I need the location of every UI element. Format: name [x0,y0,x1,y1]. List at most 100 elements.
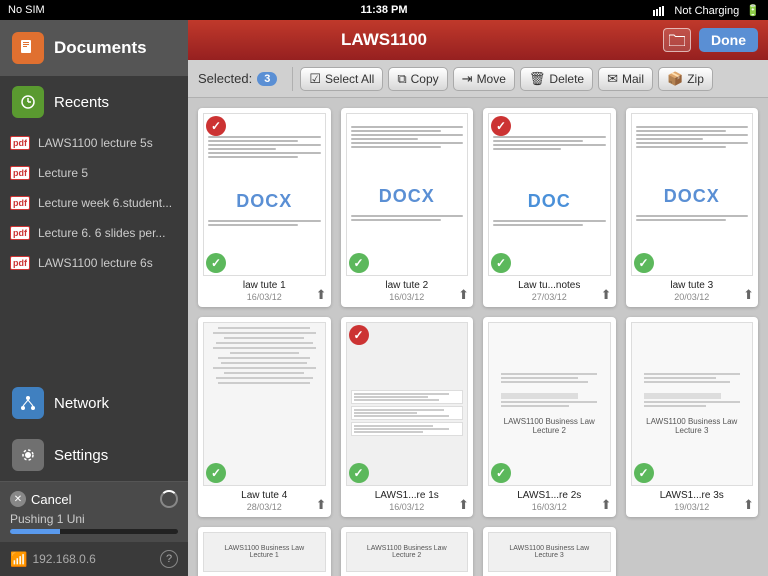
selected-check-1: ✓ [349,253,369,273]
sidebar-file-3[interactable]: pdf Lecture 6. 6 slides per... [0,218,188,248]
sidebar-file-4[interactable]: pdf LAWS1100 lecture 6s [0,248,188,278]
delete-button[interactable]: 🗑 Delete [520,67,593,91]
red-check-5: ✓ [349,325,369,345]
file-card-2[interactable]: ✓ DOC [483,108,616,307]
status-left: No SIM [8,4,45,16]
copy-label: Copy [411,72,439,86]
selected-check-5: ✓ [349,463,369,483]
select-all-icon: ☑ [309,71,321,87]
share-icon-0[interactable]: ⬆ [316,287,327,303]
share-icon-5[interactable]: ⬆ [458,497,469,513]
file-name-grid-5: LAWS1...re 1s [375,490,439,502]
file-card-7[interactable]: LAWS1100 Business LawLecture 3 ✓ LAWS1..… [626,317,759,516]
share-icon-6[interactable]: ⬆ [601,497,612,513]
sidebar-item-recents[interactable]: Recents [0,76,188,128]
folder-button[interactable] [663,28,691,52]
file-grid: ✓ DOCX [198,108,758,576]
move-label: Move [477,72,506,86]
title-bar-title: LAWS1100 [341,30,427,50]
selected-check-4: ✓ [206,463,226,483]
sidebar-item-network[interactable]: Network [0,377,188,429]
file-name-grid-4: Law tute 4 [241,490,287,502]
loading-spinner [160,490,178,508]
file-name-grid-0: law tute 1 [243,280,286,292]
file-date-3: 20/03/12 [674,292,709,302]
file-grid-container[interactable]: ✓ DOCX [188,98,768,576]
zip-button[interactable]: 📦 Zip [658,67,713,91]
help-button[interactable]: ? [160,550,178,568]
file-type-label-2: DOC [528,191,571,212]
status-time: 11:38 PM [360,4,407,16]
progress-fill [10,529,60,534]
file-name-1: Lecture 5 [38,166,88,180]
pdf-badge: pdf [10,166,30,180]
delete-icon: 🗑 [529,71,546,87]
mail-button[interactable]: ✉ Mail [598,67,653,91]
file-card-8[interactable]: LAWS1100 Business LawLecture 1 [198,527,331,576]
sidebar: Documents Recents pdf LAWS1100 lecture 5… [0,20,188,576]
share-icon-4[interactable]: ⬆ [316,497,327,513]
sidebar-item-settings[interactable]: Settings [0,429,188,481]
file-card-5[interactable]: ✓ [341,317,474,516]
file-name-3: Lecture 6. 6 slides per... [38,226,165,240]
network-label: Network [54,395,109,412]
done-button[interactable]: Done [699,28,758,52]
move-button[interactable]: ⇥ Move [453,67,515,91]
file-name-grid-1: law tute 2 [385,280,428,292]
network-icon [12,387,44,419]
share-icon-7[interactable]: ⬆ [743,497,754,513]
pdf-thumb-4 [204,323,325,484]
status-right: Not Charging 🔋 [653,4,760,17]
file-date-4: 28/03/12 [247,502,282,512]
file-type-label-0: DOCX [236,191,292,212]
file-card-10[interactable]: LAWS1100 Business LawLecture 3 [483,527,616,576]
file-card-3[interactable]: DOCX ✓ law tute 3 20/03/12 ⬆ [626,108,759,307]
sidebar-file-0[interactable]: pdf LAWS1100 lecture 5s [0,128,188,158]
settings-label: Settings [54,447,108,464]
sidebar-file-list: pdf LAWS1100 lecture 5s pdf Lecture 5 pd… [0,128,188,377]
file-date-5: 16/03/12 [389,502,424,512]
pdf-badge: pdf [10,196,30,210]
pdf-badge: pdf [10,136,30,150]
file-date-1: 16/03/12 [389,292,424,302]
file-card-4[interactable]: ✓ Law tute 4 28/03/12 ⬆ [198,317,331,516]
file-card-9[interactable]: LAWS1100 Business LawLecture 2 [341,527,474,576]
file-type-label-1: DOCX [379,186,435,207]
progress-bar [10,529,178,534]
red-check-0: ✓ [206,116,226,136]
share-icon-2[interactable]: ⬆ [601,287,612,303]
file-card-1[interactable]: DOCX ✓ law tute 2 16/03/12 ⬆ [341,108,474,307]
file-card-6[interactable]: LAWS1100 Business LawLecture 2 ✓ LAWS1..… [483,317,616,516]
main-content: LAWS1100 Done Selected: 3 ☑ Select All ⧉… [188,20,768,576]
sidebar-header: Documents [0,20,188,76]
red-check-2: ✓ [491,116,511,136]
wifi-ip: 192.168.0.6 [32,552,95,566]
wifi-icon: 📶 [10,551,27,568]
move-icon: ⇥ [462,71,473,87]
select-all-button[interactable]: ☑ Select All [300,67,383,91]
share-icon-1[interactable]: ⬆ [458,287,469,303]
select-all-label: Select All [325,72,374,86]
toolbar-sep-1 [292,67,293,91]
wifi-left: 📶 192.168.0.6 [10,551,96,568]
file-date-6: 16/03/12 [532,502,567,512]
file-thumb-10: LAWS1100 Business LawLecture 3 [488,532,611,572]
documents-icon [12,32,44,64]
file-name-grid-7: LAWS1...re 3s [660,490,724,502]
cancel-push-button[interactable]: ✕ Cancel [10,491,71,507]
file-card-0[interactable]: ✓ DOCX [198,108,331,307]
share-icon-3[interactable]: ⬆ [743,287,754,303]
file-thumb-1: DOCX ✓ [346,113,469,276]
selected-check-6: ✓ [491,463,511,483]
wifi-row: 📶 192.168.0.6 ? [0,542,188,576]
sidebar-file-2[interactable]: pdf Lecture week 6.student... [0,188,188,218]
file-name-grid-2: Law tu...notes [518,280,580,292]
cancel-x-icon: ✕ [10,491,26,507]
file-thumb-5: ✓ [346,322,469,485]
copy-button[interactable]: ⧉ Copy [388,67,447,91]
selected-check-7: ✓ [634,463,654,483]
pdf-badge: pdf [10,226,30,240]
recents-icon [12,86,44,118]
sidebar-file-1[interactable]: pdf Lecture 5 [0,158,188,188]
sidebar-documents-label: Documents [54,38,147,58]
